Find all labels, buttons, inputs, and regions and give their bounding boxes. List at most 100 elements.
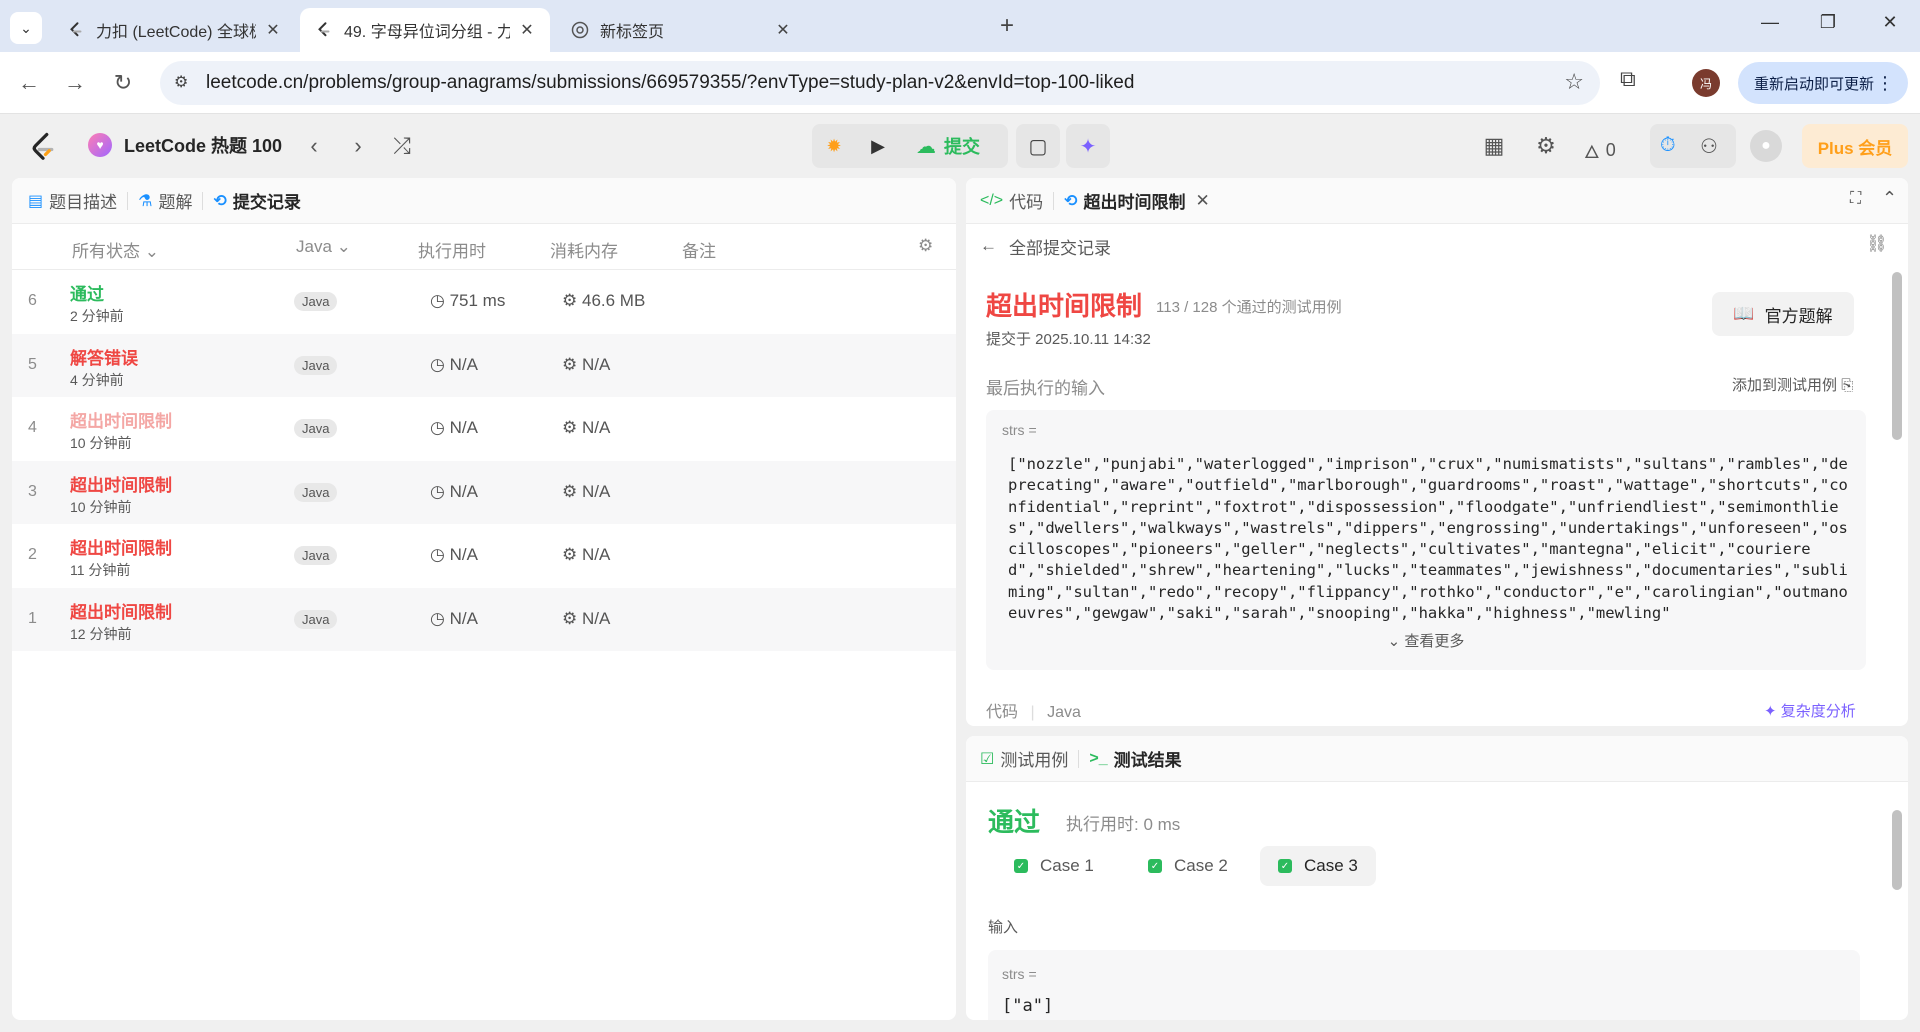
tab-submissions[interactable]: ⟲ 提交记录 [203, 188, 310, 213]
case-1-tab[interactable]: ✓ Case 1 [996, 846, 1112, 886]
status-filter[interactable]: 所有状态 ⌄ [72, 237, 159, 262]
browser-tab-1[interactable]: 力扣 (LeetCode) 全球极客挚爱的技 ✕ [52, 8, 296, 52]
url-input[interactable]: ⚙ leetcode.cn/problems/group-anagrams/su… [160, 61, 1600, 105]
row-index: 3 [28, 482, 37, 500]
back-button[interactable]: ← [12, 66, 46, 100]
plus-member-button[interactable]: Plus 会员 [1802, 124, 1908, 168]
browser-tab-2[interactable]: 49. 字母异位词分组 - 力扣（LeetC ✕ [300, 8, 550, 52]
table-row[interactable]: 2 超出时间限制 11 分钟前 Java ◷ N/A ⚙ N/A [12, 524, 956, 587]
row-time-ago: 2 分钟前 [70, 308, 124, 324]
link-icon[interactable]: ⛓ [1866, 234, 1888, 254]
tab-testcase[interactable]: ☑ 测试用例 [966, 746, 1078, 771]
tab-code[interactable]: </> 代码 [966, 188, 1053, 213]
submissions-table-header: 所有状态 ⌄ Java ⌄ 执行用时 消耗内存 备注 ⚙ [12, 224, 956, 270]
input-value: ["nozzle","punjabi","waterlogged","impri… [1008, 455, 1848, 623]
leetcode-favicon-icon [314, 20, 334, 40]
run-button[interactable]: ▶ [862, 130, 894, 162]
add-testcase-button[interactable]: 添加到测试用例 ⎘ [1732, 374, 1853, 395]
show-more-button[interactable]: ⌄ 查看更多 [986, 630, 1866, 651]
random-problem-button[interactable]: ⤮ [386, 130, 418, 162]
bookmark-star-icon[interactable]: ☆ [1564, 69, 1584, 95]
row-status[interactable]: 通过 [70, 280, 104, 305]
tab-solutions[interactable]: ⚗ 题解 [128, 188, 202, 213]
study-plan-link[interactable]: ♥ LeetCode 热题 100 [88, 132, 282, 158]
row-language-badge: Java [294, 292, 338, 311]
reload-button[interactable]: ↻ [106, 66, 140, 100]
chip-icon: ⚙ [562, 545, 578, 564]
user-avatar[interactable]: ● [1750, 130, 1782, 162]
document-icon: ▤ [28, 192, 44, 210]
test-input-box: strs = ["a"] [988, 950, 1860, 1020]
table-row[interactable]: 5 解答错误 4 分钟前 Java ◷ N/A ⚙ N/A [12, 333, 956, 397]
tab-result[interactable]: ⟲ 超出时间限制 ✕ [1054, 188, 1220, 213]
add-friend-icon[interactable]: ⚇ [1700, 134, 1718, 159]
row-language-badge: Java [294, 419, 338, 438]
row-time-ago: 10 分钟前 [70, 435, 132, 451]
close-tab-icon[interactable]: ✕ [1196, 191, 1210, 211]
streak-counter[interactable]: 🜂 0 [1584, 132, 1616, 169]
row-status[interactable]: 超出时间限制 [70, 407, 172, 432]
flame-icon: 🜂 [1584, 142, 1600, 162]
notes-button[interactable]: ▢ [1016, 124, 1060, 168]
next-problem-button[interactable]: › [342, 130, 374, 162]
test-result-status: 通过 [988, 807, 1041, 837]
detail-scrollbar[interactable] [1892, 272, 1902, 440]
row-status[interactable]: 超出时间限制 [70, 471, 172, 496]
tab-test-result[interactable]: >_ 测试结果 [1079, 746, 1191, 771]
ai-assistant-button[interactable]: ✦ [1066, 124, 1110, 168]
back-to-submissions[interactable]: ← 全部提交记录 ⛓ [966, 224, 1908, 268]
extensions-icon[interactable]: ⧉ [1620, 66, 1636, 92]
submit-button[interactable]: ☁ 提交 [916, 130, 980, 162]
editorial-button[interactable]: 📖 官方题解 [1712, 292, 1854, 336]
result-scrollbar[interactable] [1892, 810, 1902, 890]
layout-button[interactable]: ▦ [1478, 130, 1510, 162]
row-runtime: ◷ N/A [430, 354, 478, 374]
debug-button[interactable]: ✹ [818, 130, 850, 162]
row-status[interactable]: 超出时间限制 [70, 598, 172, 623]
table-row[interactable]: 6 通过 2 分钟前 Java ◷ 751 ms ⚙ 46.6 MB [12, 270, 956, 333]
gear-icon[interactable]: ⚙ [918, 236, 933, 256]
leetcode-logo-icon[interactable] [28, 132, 58, 162]
prev-problem-button[interactable]: ‹ [298, 130, 330, 162]
new-tab-button[interactable]: + [1000, 12, 1014, 40]
shuffle-icon: ⤮ [393, 133, 411, 158]
table-row[interactable]: 3 超出时间限制 10 分钟前 Java ◷ N/A ⚙ N/A [12, 460, 956, 524]
tab-search-button[interactable]: ⌄ [10, 12, 42, 44]
minimize-button[interactable]: — [1750, 12, 1790, 33]
chip-icon: ⚙ [562, 481, 578, 501]
case-3-tab[interactable]: ✓ Case 3 [1260, 846, 1376, 886]
row-time-ago: 12 分钟前 [70, 625, 132, 642]
row-status[interactable]: 解答错误 [70, 344, 138, 369]
row-language-badge: Java [294, 482, 338, 502]
restore-button[interactable]: ❐ [1808, 12, 1848, 33]
profile-avatar[interactable]: 冯 [1692, 69, 1720, 97]
tab-description[interactable]: ▤ 题目描述 [12, 188, 127, 213]
site-info-icon[interactable]: ⚙ [174, 72, 188, 92]
forward-button[interactable]: → [58, 66, 92, 100]
row-index: 6 [28, 292, 37, 309]
close-tab-icon[interactable]: ✕ [518, 20, 536, 40]
user-icon: ● [1761, 137, 1771, 154]
table-row[interactable]: 1 超出时间限制 12 分钟前 Java ◷ N/A ⚙ N/A [12, 587, 956, 651]
clock-icon: ◷ [430, 354, 445, 374]
language-filter[interactable]: Java ⌄ [296, 237, 351, 257]
maximize-icon[interactable]: ⛶ [1850, 190, 1861, 208]
clock-icon: ◷ [430, 545, 445, 564]
close-tab-icon[interactable]: ✕ [264, 20, 282, 40]
chevron-up-icon[interactable]: ⌃ [1882, 188, 1897, 209]
row-language-badge: Java [294, 546, 338, 565]
complexity-analysis-button[interactable]: ✦ 复杂度分析 [1764, 700, 1856, 721]
row-index: 2 [28, 546, 37, 563]
result-title: 超出时间限制 [986, 291, 1143, 321]
close-window-button[interactable]: ✕ [1870, 12, 1910, 33]
table-row[interactable]: 4 超出时间限制 10 分钟前 Java ◷ N/A ⚙ N/A [12, 397, 956, 460]
input-var-name: strs = [1002, 966, 1037, 982]
settings-button[interactable]: ⚙ [1530, 130, 1562, 162]
close-tab-icon[interactable]: ✕ [774, 20, 792, 40]
browser-tab-3[interactable]: 新标签页 ✕ [556, 8, 806, 52]
note-icon: ▢ [1028, 135, 1048, 158]
case-2-tab[interactable]: ✓ Case 2 [1130, 846, 1246, 886]
update-button[interactable]: 重新启动即可更新 ⋮ [1738, 62, 1908, 104]
row-status[interactable]: 超出时间限制 [70, 534, 172, 559]
stopwatch-icon[interactable]: ⏱ [1660, 134, 1676, 157]
